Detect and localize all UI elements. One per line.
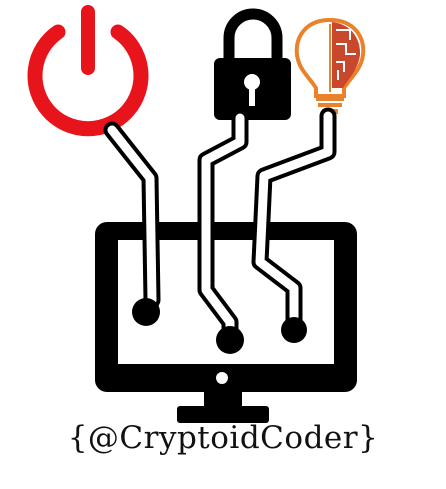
power-icon: [27, 5, 149, 137]
lightbulb-icon: [294, 17, 366, 114]
padlock-icon: [214, 8, 291, 120]
handle-text: {@CryptoidCoder}: [67, 420, 379, 456]
terminal-dot: [281, 317, 307, 343]
cryptoid-coder-logo: [27, 5, 366, 423]
terminal-dot: [216, 326, 244, 354]
terminal-dot: [132, 298, 160, 326]
